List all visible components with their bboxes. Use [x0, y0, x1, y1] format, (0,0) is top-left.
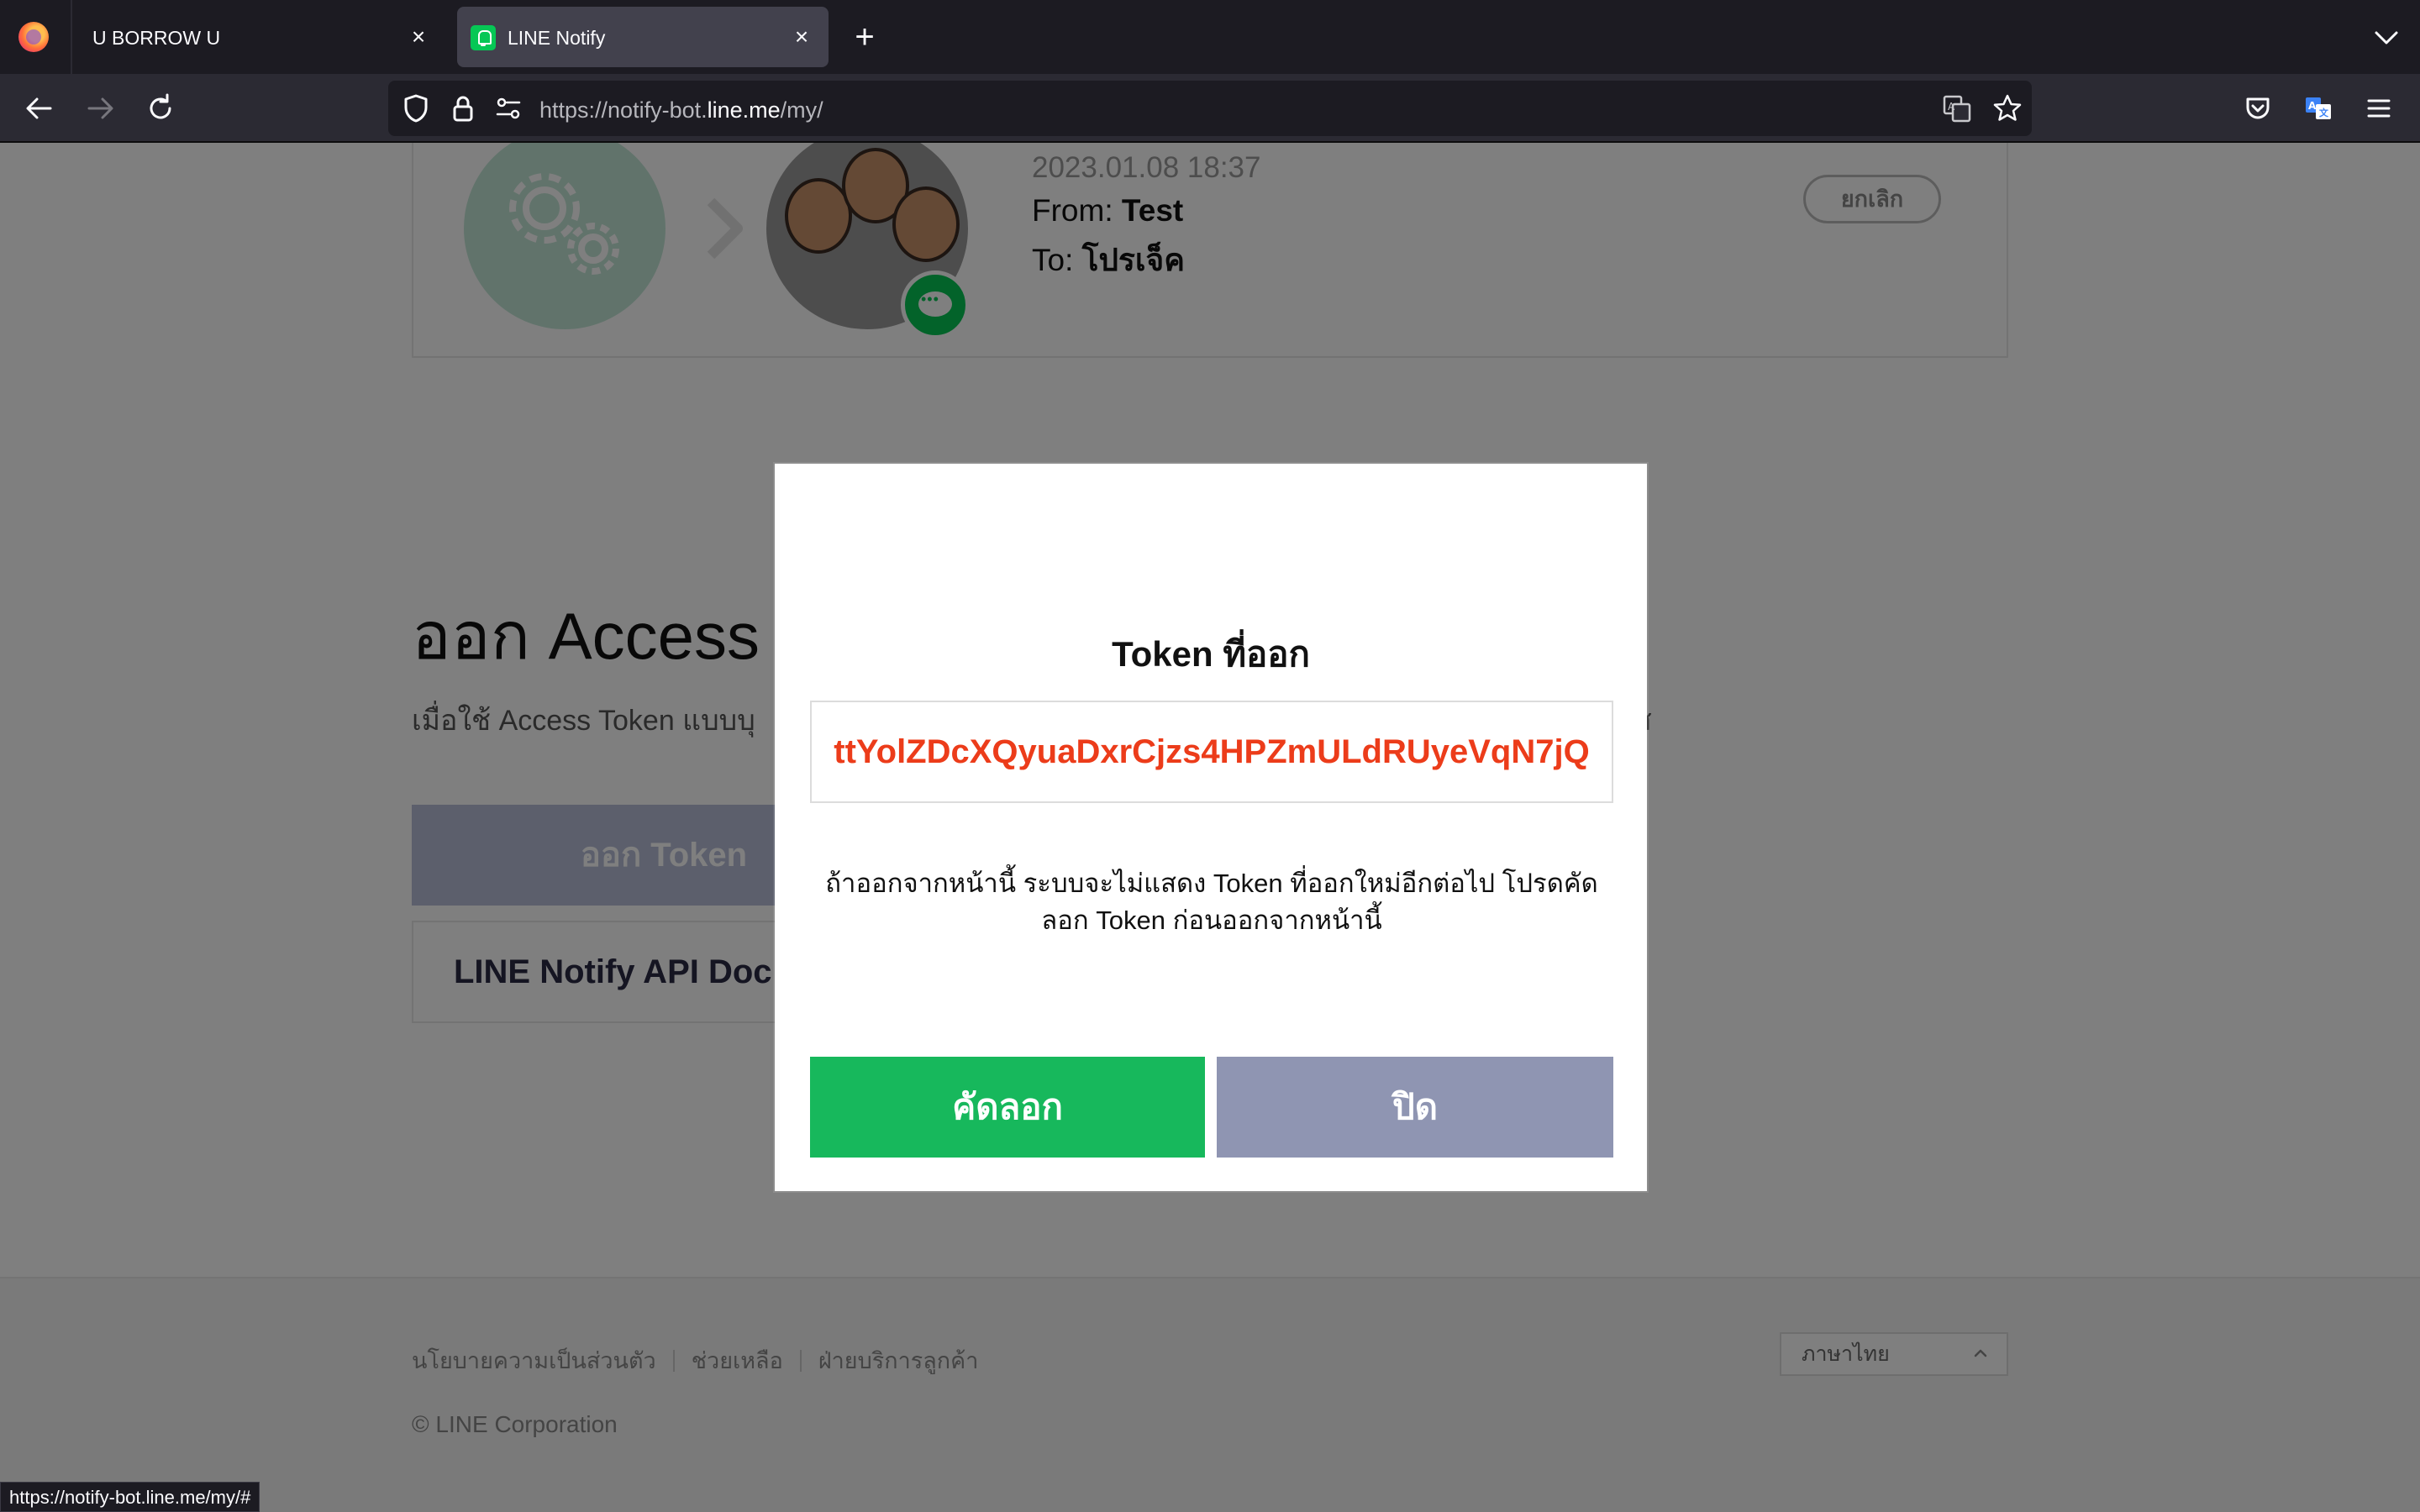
link-status-bar: https://notify-bot.line.me/my/# — [0, 1482, 260, 1512]
tab-u-borrow-u[interactable]: U BORROW U × — [72, 7, 439, 67]
dialog-warning-message: ถ้าออกจากหน้านี้ ระบบจะไม่แสดง Token ที่… — [825, 869, 1598, 935]
copy-token-button[interactable]: คัดลอก — [810, 1057, 1205, 1158]
svg-text:A: A — [2308, 100, 2317, 112]
new-tab-plus-icon[interactable]: + — [847, 20, 882, 55]
firefox-logo-icon[interactable] — [18, 22, 49, 52]
tab-close-icon[interactable]: × — [786, 22, 817, 52]
close-dialog-button[interactable]: ปิด — [1217, 1057, 1613, 1158]
line-notify-bell-icon — [471, 25, 496, 50]
translate-icon[interactable]: A — [1939, 91, 1975, 126]
url-prefix: https://notify-bot. — [539, 97, 708, 123]
hamburger-menu-icon[interactable] — [2360, 89, 2398, 128]
list-all-tabs-chevron-down-icon[interactable] — [2371, 22, 2402, 52]
svg-text:文: 文 — [2319, 107, 2329, 118]
permissions-icon[interactable] — [491, 91, 526, 126]
back-arrow-icon[interactable] — [20, 89, 59, 128]
bookmark-star-icon[interactable] — [1990, 91, 2025, 126]
address-bar[interactable]: https://notify-bot.line.me/my/ A — [388, 81, 2032, 136]
translate-extension-icon[interactable]: A 文 — [2299, 89, 2338, 128]
forward-arrow-icon[interactable] — [81, 89, 119, 128]
tab-title: U BORROW U — [92, 27, 221, 49]
token-issued-dialog: Token ที่ออก ttYolZDcXQyuaDxrCjzs4HPZmUL… — [775, 464, 1647, 1191]
tracking-protection-shield-icon[interactable] — [398, 91, 434, 126]
token-field[interactable]: ttYolZDcXQyuaDxrCjzs4HPZmULdRUyeVqN7jQ — [810, 701, 1613, 803]
reload-icon[interactable] — [141, 89, 180, 128]
tab-strip: U BORROW U × LINE Notify × + — [0, 0, 2420, 74]
token-value[interactable]: ttYolZDcXQyuaDxrCjzs4HPZmULdRUyeVqN7jQ — [812, 702, 1612, 801]
url-path: /my/ — [780, 97, 823, 123]
tab-title: LINE Notify — [508, 27, 606, 49]
dialog-title: Token ที่ออก — [1112, 634, 1310, 674]
navigation-toolbar: https://notify-bot.line.me/my/ A A 文 — [0, 74, 2420, 143]
lock-icon[interactable] — [445, 91, 481, 126]
url-domain: line.me — [707, 97, 781, 123]
pocket-icon[interactable] — [2238, 89, 2277, 128]
tab-line-notify[interactable]: LINE Notify × — [457, 7, 829, 67]
tab-close-icon[interactable]: × — [403, 22, 434, 52]
url-text[interactable]: https://notify-bot.line.me/my/ — [539, 97, 823, 123]
svg-text:A: A — [1948, 101, 1955, 113]
